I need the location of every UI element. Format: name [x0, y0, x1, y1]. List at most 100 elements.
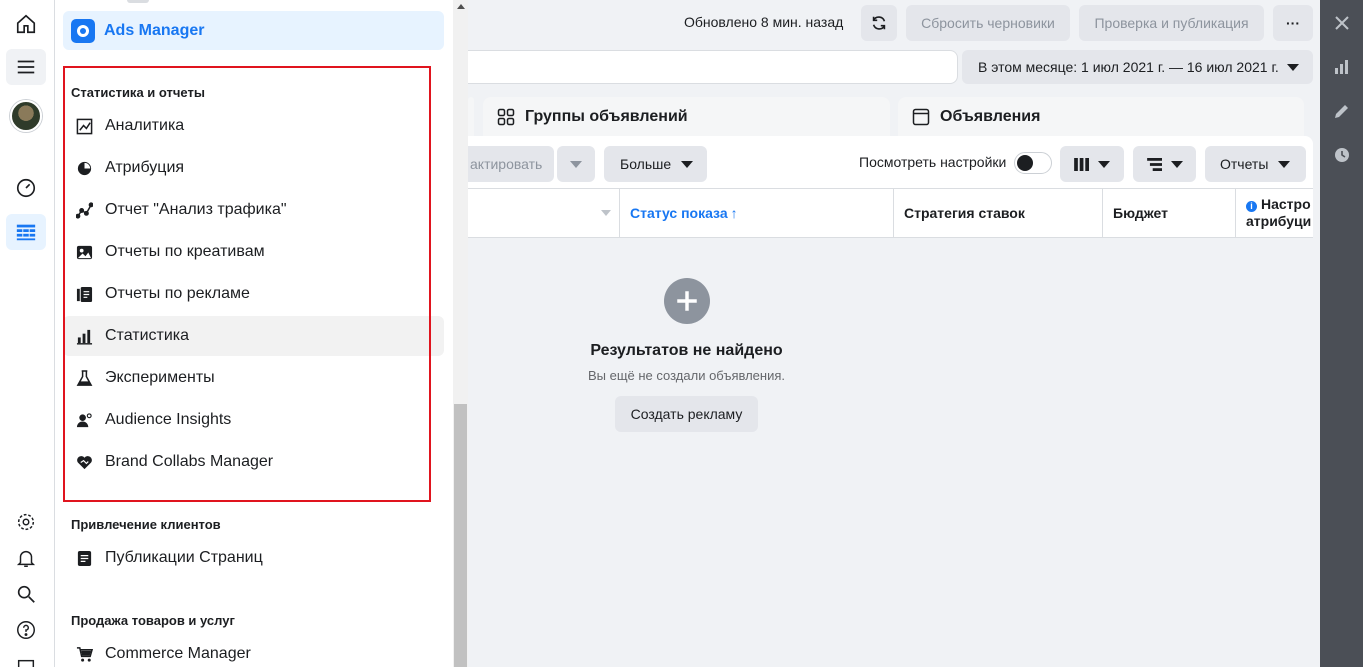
section-title-stats: Статистика и отчеты — [71, 85, 205, 100]
column-bid-strategy[interactable]: Стратегия ставок — [893, 189, 1102, 237]
scroll-up-arrow-icon[interactable] — [457, 4, 465, 9]
columns-button[interactable] — [1060, 146, 1124, 182]
hamburger-menu-icon[interactable] — [6, 49, 46, 85]
attribution-icon — [75, 159, 93, 177]
menu-item-analytics[interactable]: Аналитика — [63, 106, 444, 146]
section-title-customers: Привлечение клиентов — [71, 517, 221, 532]
reset-drafts-button[interactable]: Сбросить черновики — [906, 5, 1070, 41]
traffic-analysis-icon — [75, 201, 93, 219]
reports-button-label: Отчеты — [1220, 156, 1269, 172]
more-button[interactable]: Больше — [604, 146, 707, 182]
audience-insights-icon — [75, 411, 93, 429]
menu-item-experiments[interactable]: Эксперименты — [63, 358, 444, 398]
menu-item-label: Статистика — [105, 327, 190, 344]
experiments-icon — [75, 369, 93, 387]
ads-reports-icon — [75, 285, 93, 303]
refresh-button[interactable] — [861, 5, 897, 41]
breakdown-button[interactable] — [1133, 146, 1196, 182]
reports-button[interactable]: Отчеты — [1205, 146, 1306, 182]
cart-icon — [75, 645, 93, 663]
close-icon[interactable] — [1331, 12, 1353, 34]
right-sidebar — [1320, 0, 1363, 667]
ads-panel: актировать Больше Посмотреть настройки О… — [468, 136, 1313, 667]
add-circle-icon — [664, 278, 710, 324]
history-clock-icon[interactable] — [1331, 144, 1353, 166]
column-budget[interactable]: Бюджет — [1102, 189, 1235, 237]
empty-state-subtitle: Вы ещё не создали объявления. — [587, 368, 786, 383]
view-settings-label: Посмотреть настройки — [859, 154, 1007, 170]
edit-pencil-icon[interactable] — [1331, 100, 1353, 122]
menu-item-label: Атрибуция — [105, 159, 185, 176]
section-title-commerce: Продажа товаров и услуг — [71, 613, 235, 628]
table-body: Результатов не найдено Вы ещё не создали… — [468, 238, 1313, 667]
menu-item-audience-insights[interactable]: Audience Insights — [63, 400, 444, 440]
date-range-picker[interactable]: В этом месяце: 1 июл 2021 г. — 16 июл 20… — [962, 50, 1313, 84]
tab-adsets[interactable]: Группы объявлений — [483, 97, 890, 137]
breakdown-icon — [1146, 157, 1162, 171]
chevron-down-icon — [1278, 160, 1291, 168]
menu-item-creative-reports[interactable]: Отчеты по креативам — [63, 232, 444, 272]
review-publish-button[interactable]: Проверка и публикация — [1079, 5, 1264, 41]
info-icon[interactable]: i — [1246, 201, 1257, 212]
sort-up-arrow-icon: ↑ — [730, 205, 738, 221]
edit-button-label: актировать — [470, 156, 543, 172]
menu-item-commerce-manager[interactable]: Commerce Manager — [63, 634, 444, 667]
column-label-line1: i Настро — [1246, 196, 1311, 213]
menu-top-item — [127, 0, 149, 3]
main-content: Обновлено 8 мин. назад Сбросить черновик… — [468, 0, 1320, 667]
sort-caret-icon[interactable] — [601, 210, 611, 216]
report-icon[interactable] — [6, 650, 46, 667]
view-settings-toggle[interactable] — [1014, 152, 1052, 174]
edit-button[interactable]: актировать — [468, 146, 554, 182]
menu-item-label: Отчет "Анализ трафика" — [105, 201, 287, 218]
ads-table-icon[interactable] — [6, 214, 46, 250]
statistics-icon — [75, 327, 93, 345]
analytics-icon — [75, 117, 93, 135]
adsets-grid-icon — [497, 108, 515, 126]
menu-item-ads-reports[interactable]: Отчеты по рекламе — [63, 274, 444, 314]
home-icon[interactable] — [6, 6, 46, 42]
menu-item-brand-collabs[interactable]: Brand Collabs Manager — [63, 442, 444, 482]
chevron-down-icon — [1287, 64, 1299, 71]
tab-campaigns-edge[interactable] — [468, 97, 474, 137]
column-label-text: Настро — [1261, 196, 1311, 212]
menu-item-attribution[interactable]: Атрибуция — [63, 148, 444, 188]
empty-state-title: Результатов не найдено — [590, 342, 783, 359]
chart-icon[interactable] — [1331, 56, 1353, 78]
menu-item-label: Commerce Manager — [105, 645, 251, 662]
creative-reports-icon — [75, 243, 93, 261]
left-rail — [0, 0, 55, 667]
menu-scrollbar[interactable] — [453, 0, 468, 667]
menu-item-page-posts[interactable]: Публикации Страниц — [63, 538, 444, 578]
chevron-down-icon — [1170, 160, 1183, 168]
column-delivery-status[interactable]: Статус показа ↑ — [619, 189, 893, 237]
settings-gear-icon[interactable] — [6, 504, 46, 540]
ads-window-icon — [912, 108, 930, 126]
dashboard-gauge-icon[interactable] — [6, 170, 46, 206]
edit-dropdown-button[interactable] — [557, 146, 595, 182]
help-icon[interactable] — [6, 612, 46, 648]
ads-manager-header[interactable]: Ads Manager — [63, 11, 444, 50]
date-range-label: В этом месяце: 1 июл 2021 г. — 16 июл 20… — [978, 59, 1279, 75]
menu-item-label: Отчеты по креативам — [105, 243, 265, 260]
column-attribution-settings[interactable]: i Настро атрибуци — [1235, 189, 1313, 237]
columns-icon — [1074, 157, 1089, 171]
tab-label: Группы объявлений — [525, 108, 688, 125]
chevron-down-icon — [570, 160, 582, 168]
tab-ads[interactable]: Объявления — [898, 97, 1304, 137]
search-filter-bar[interactable] — [468, 50, 958, 84]
more-options-button[interactable]: ··· — [1273, 5, 1313, 41]
search-icon[interactable] — [6, 576, 46, 612]
tools-menu: Ads Manager Статистика и отчеты Аналитик… — [55, 0, 453, 667]
avatar[interactable] — [10, 100, 42, 132]
ads-manager-title: Ads Manager — [104, 21, 205, 39]
menu-item-label: Audience Insights — [105, 411, 232, 428]
menu-item-statistics[interactable]: Статистика — [63, 316, 444, 356]
menu-item-traffic-analysis[interactable]: Отчет "Анализ трафика" — [63, 190, 444, 230]
last-updated-text: Обновлено 8 мин. назад — [684, 14, 844, 30]
notifications-bell-icon[interactable] — [6, 540, 46, 576]
table-header: Статус показа ↑ Стратегия ставок Бюджет … — [468, 188, 1313, 238]
create-ad-button[interactable]: Создать рекламу — [615, 396, 758, 432]
menu-item-label: Аналитика — [105, 117, 185, 134]
scrollbar-thumb[interactable] — [454, 404, 467, 667]
